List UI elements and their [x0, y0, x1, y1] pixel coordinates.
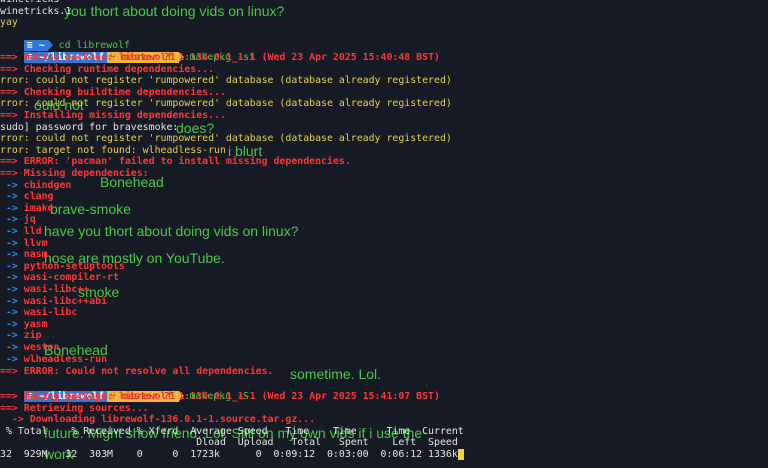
- curl-header: % Total % Received % Xferd Average Speed…: [0, 425, 464, 437]
- terminal-line: ==> ERROR: Could not resolve all depende…: [0, 366, 274, 378]
- dependency-item: -> wasi-libc++: [0, 284, 90, 295]
- terminal-line: rror: could not register 'rumpowered' da…: [0, 98, 452, 110]
- terminal-line: ==> Checking buildtime dependencies...: [0, 86, 226, 98]
- terminal-line: rror: could not register 'rumpowered' da…: [0, 133, 452, 145]
- terminal-line: ==> Retrieving sources...: [0, 402, 149, 414]
- dependency-item: -> cbindgen: [0, 179, 72, 191]
- curl-progress: 32 929M 32 303M 0 0 1723k 0 0:09:12 0:03…: [0, 449, 464, 461]
- dependency-item: -> nasm: [0, 249, 48, 261]
- dependency-item: -> jq: [0, 214, 36, 226]
- terminal-line: rror: target not found: wlheadless-run: [0, 144, 226, 156]
- dependency-item: -> yasm: [0, 318, 48, 330]
- curl-header: Dload Upload Total Spent Left Speed: [0, 437, 458, 449]
- terminal-line: rror: could not register 'rumpowered' da…: [0, 75, 452, 87]
- terminal-line: ==> Making package: librewolf 1:136.0.1_…: [0, 391, 440, 402]
- dependency-item: -> python-setuptools: [0, 260, 125, 272]
- terminal-line: -> Downloading librewolf-136.0.1-1.sourc…: [0, 414, 316, 426]
- dependency-item: -> imake: [0, 202, 54, 214]
- terminal-cursor: [457, 449, 464, 460]
- dependency-item: -> wasi-compiler-rt: [0, 272, 119, 284]
- prompt-line: ≡ ~ cd librewolf: [0, 29, 130, 52]
- dependency-item: -> llvm: [0, 237, 48, 249]
- terminal-line: ==> Making package: librewolf 1:136.0.1_…: [0, 52, 440, 63]
- terminal-line: sudo] password for bravesmoke:: [0, 121, 179, 133]
- dependency-item: -> zip: [0, 330, 42, 342]
- dependency-item: -> clang: [0, 191, 54, 203]
- terminal-line: ==> Missing dependencies:: [0, 168, 149, 179]
- dependency-item: -> weston: [0, 342, 60, 353]
- terminal-line: ==> ERROR: 'pacman' failed to install mi…: [0, 156, 351, 168]
- terminal-line: ==> Installing missing dependencies...: [0, 110, 226, 121]
- dependency-item: -> lld: [0, 226, 42, 237]
- prompt-line: ≡ ~/librewolf ⑂ master ?1 makepkg -si: [0, 40, 255, 63]
- terminal-line: winetricks.1: [0, 5, 72, 17]
- terminal-line: ==> Checking runtime dependencies...: [0, 63, 215, 75]
- terminal-output[interactable]: winetricks winetricks.1 yay ≡~ cd librew…: [0, 0, 768, 468]
- dependency-item: -> wasi-libc: [0, 307, 78, 319]
- terminal-line: yay: [0, 17, 18, 29]
- dependency-item: -> wlheadless-run: [0, 353, 108, 365]
- dependency-item: -> wasi-libc++abi: [0, 295, 108, 307]
- prompt-line: ≡ ~/librewolf ⑂ master ?1 makepkg -S: [0, 379, 249, 402]
